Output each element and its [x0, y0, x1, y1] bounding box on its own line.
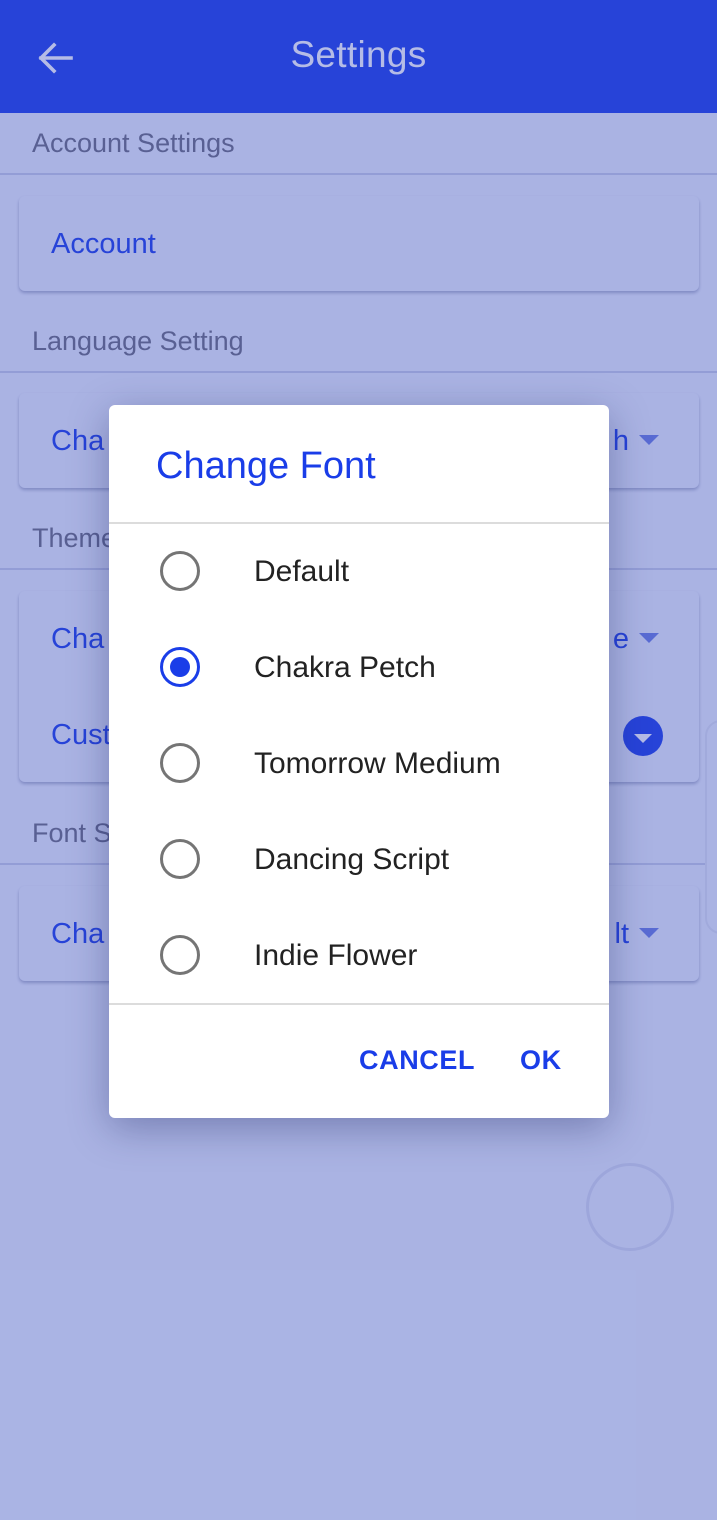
- radio-unchecked-icon[interactable]: [160, 839, 200, 879]
- font-option-default[interactable]: Default: [109, 524, 609, 620]
- radio-checked-icon[interactable]: [160, 647, 200, 687]
- change-font-dialog: Change Font Default Chakra Petch Tomorro…: [109, 405, 609, 1118]
- font-option-indie-flower[interactable]: Indie Flower: [109, 908, 609, 1004]
- font-option-label: Indie Flower: [254, 939, 418, 972]
- radio-unchecked-icon[interactable]: [160, 551, 200, 591]
- dialog-title: Change Font: [156, 445, 376, 487]
- font-option-label: Chakra Petch: [254, 651, 436, 684]
- dialog-divider: [109, 1003, 609, 1005]
- cancel-button[interactable]: CANCEL: [359, 1045, 475, 1076]
- font-option-label: Dancing Script: [254, 843, 450, 876]
- radio-unchecked-icon[interactable]: [160, 743, 200, 783]
- font-option-label: Default: [254, 555, 350, 588]
- radio-unchecked-icon[interactable]: [160, 935, 200, 975]
- font-option-tomorrow-medium[interactable]: Tomorrow Medium: [109, 716, 609, 812]
- font-option-dancing-script[interactable]: Dancing Script: [109, 812, 609, 908]
- font-option-chakra-petch[interactable]: Chakra Petch: [109, 620, 609, 716]
- font-option-label: Tomorrow Medium: [254, 747, 501, 780]
- ok-button[interactable]: OK: [520, 1045, 562, 1076]
